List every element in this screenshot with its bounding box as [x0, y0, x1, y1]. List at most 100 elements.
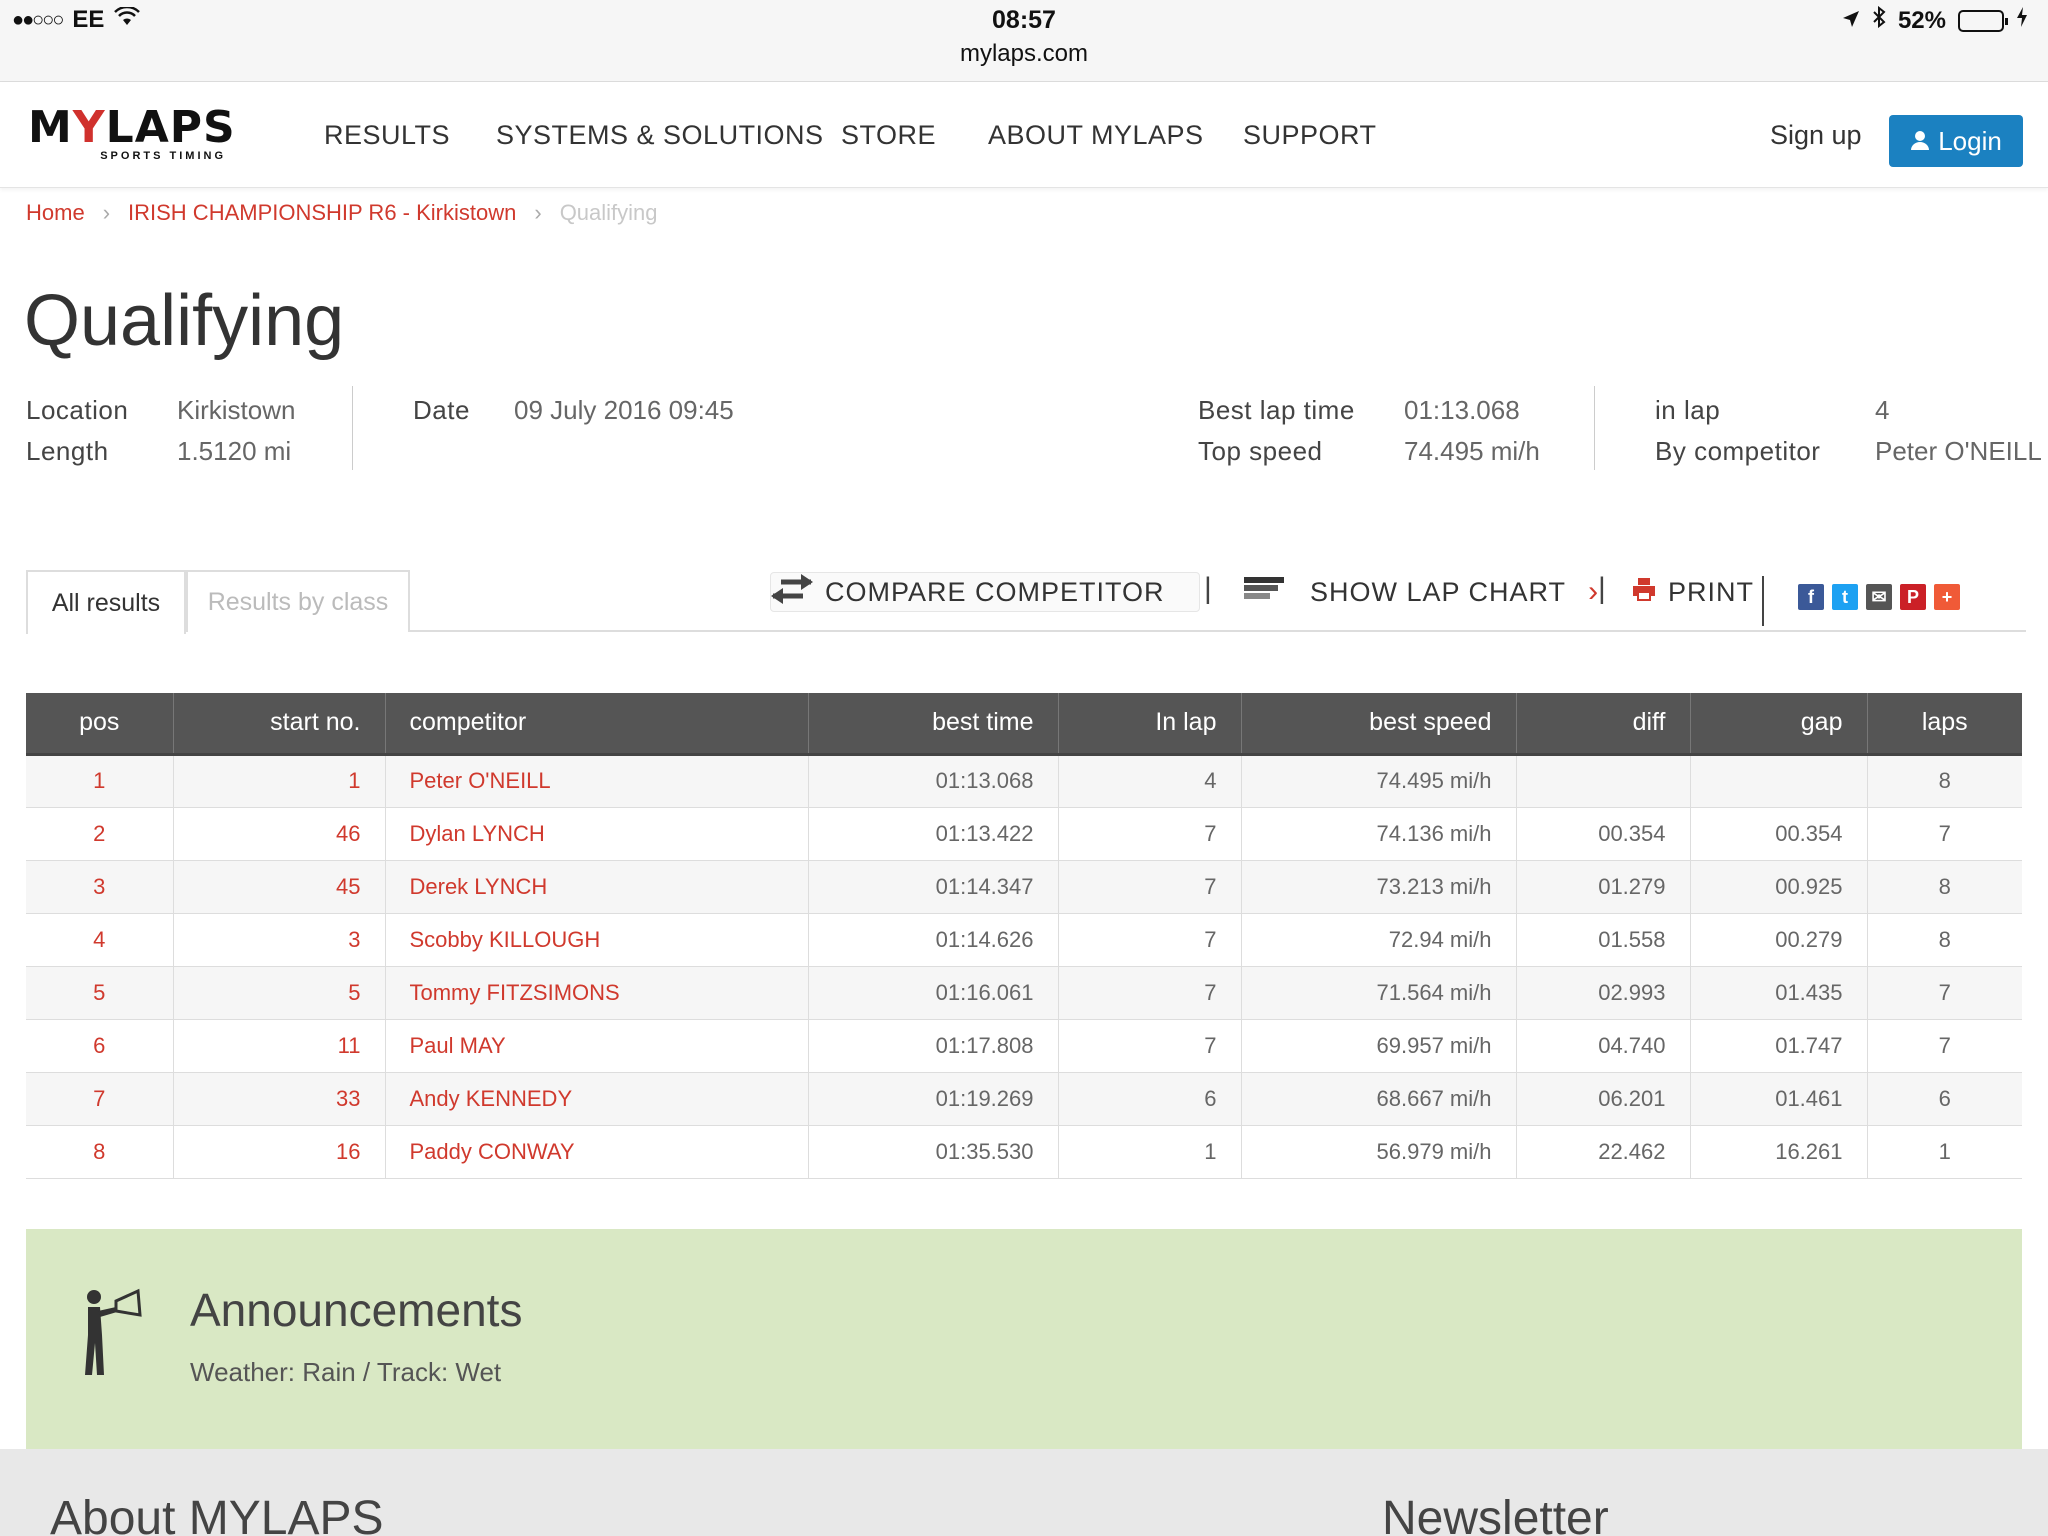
cell-gap: 16.261	[1690, 1125, 1868, 1179]
cell-competitor[interactable]: Derek LYNCH	[385, 860, 809, 914]
battery-percent: 52%	[1897, 6, 1946, 34]
bluetooth-icon	[1872, 5, 1886, 35]
cell-laps: 7	[1867, 966, 2022, 1020]
cell-gap: 00.354	[1690, 807, 1868, 861]
cell-competitor[interactable]: Dylan LYNCH	[385, 807, 809, 861]
table-row[interactable]: 5 5 Tommy FITZSIMONS 01:16.061 7 71.564 mi/h 0…	[26, 966, 2022, 1020]
results-table: pos start no. competitor best time In la…	[26, 693, 2022, 1179]
table-row[interactable]: 6 11 Paul MAY 01:17.808 7 69.957 mi/h 04.740 01…	[26, 1019, 2022, 1073]
info-values-track: Kirkistown 1.5120 mi	[177, 390, 295, 472]
col-best-speed[interactable]: best speed	[1241, 693, 1517, 756]
tab-all-results[interactable]: All results	[26, 570, 186, 634]
breadcrumb-event[interactable]: IRISH CHAMPIONSHIP R6 - Kirkistown	[128, 200, 516, 226]
in-lap-label: in lap	[1655, 395, 1721, 425]
status-right: 52%	[1842, 5, 2028, 35]
table-row[interactable]: 8 16 Paddy CONWAY 01:35.530 1 56.979 mi/h 22.4…	[26, 1125, 2022, 1179]
announcements-panel: Announcements Weather: Rain / Track: Wet	[26, 1229, 2022, 1449]
cell-competitor[interactable]: Paul MAY	[385, 1019, 809, 1073]
cell-pos: 5	[26, 966, 174, 1020]
show-lap-chart-button[interactable]: SHOW LAP CHART ›	[1244, 572, 1599, 612]
cell-pos: 1	[26, 754, 174, 808]
cell-start-no: 33	[173, 1072, 386, 1126]
cell-in-lap: 7	[1058, 860, 1242, 914]
cell-best-time: 01:13.422	[808, 807, 1059, 861]
cell-competitor[interactable]: Peter O'NEILL	[385, 754, 809, 808]
info-values-best: 01:13.068 74.495 mi/h	[1404, 390, 1540, 472]
nav-results[interactable]: RESULTS	[324, 120, 450, 151]
cell-gap: 00.279	[1690, 913, 1868, 967]
col-best-time[interactable]: best time	[808, 693, 1059, 756]
tab-results-by-class[interactable]: Results by class	[186, 570, 410, 632]
print-button[interactable]: PRINT	[1632, 572, 1754, 612]
chevron-right-icon: ›	[102, 200, 111, 225]
location-label: Location	[26, 395, 129, 425]
breadcrumb-current: Qualifying	[559, 200, 658, 225]
cell-pos: 8	[26, 1125, 174, 1179]
mylaps-logo[interactable]: MYLAPS SPORTS TIMING	[28, 106, 235, 163]
status-time: 08:57	[992, 6, 1056, 34]
cell-start-no: 46	[173, 807, 386, 861]
cell-best-time: 01:14.347	[808, 860, 1059, 914]
cell-laps: 7	[1867, 807, 2022, 861]
email-icon[interactable]: ✉	[1866, 584, 1892, 610]
cell-competitor[interactable]: Scobby KILLOUGH	[385, 913, 809, 967]
cell-competitor[interactable]: Tommy FITZSIMONS	[385, 966, 809, 1020]
cell-best-speed: 69.957 mi/h	[1241, 1019, 1517, 1073]
top-speed-label: Top speed	[1198, 436, 1323, 466]
toolbar-separator: |	[1598, 572, 1606, 605]
table-row[interactable]: 2 46 Dylan LYNCH 01:13.422 7 74.136 mi/h 00.35…	[26, 807, 2022, 861]
date-value: 09 July 2016 09:45	[514, 395, 734, 425]
cell-best-speed: 74.495 mi/h	[1241, 754, 1517, 808]
cell-diff: 01.279	[1516, 860, 1691, 914]
compare-competitor-button[interactable]: COMPARE COMPETITOR	[770, 572, 1200, 612]
twitter-icon[interactable]: t	[1832, 584, 1858, 610]
cell-laps: 1	[1867, 1125, 2022, 1179]
nav-support[interactable]: SUPPORT	[1243, 120, 1377, 151]
col-in-lap[interactable]: In lap	[1058, 693, 1242, 756]
address-bar-url[interactable]: mylaps.com	[0, 40, 2048, 68]
table-row[interactable]: 1 1 Peter O'NEILL 01:13.068 4 74.495 mi/h 8	[26, 754, 2022, 808]
cell-best-time: 01:13.068	[808, 754, 1059, 808]
col-gap[interactable]: gap	[1690, 693, 1868, 756]
login-button[interactable]: Login	[1889, 115, 2023, 167]
cell-start-no: 5	[173, 966, 386, 1020]
nav-store[interactable]: STORE	[841, 120, 936, 151]
date-value-block: 09 July 2016 09:45	[514, 390, 734, 431]
cell-laps: 7	[1867, 1019, 2022, 1073]
cell-laps: 6	[1867, 1072, 2022, 1126]
lap-chart-label: SHOW LAP CHART	[1310, 576, 1567, 607]
swap-arrows-icon	[771, 573, 813, 611]
col-start-no[interactable]: start no.	[173, 693, 386, 756]
more-share-icon[interactable]: +	[1934, 584, 1960, 610]
pinterest-icon[interactable]: P	[1900, 584, 1926, 610]
signup-link[interactable]: Sign up	[1770, 120, 1862, 151]
col-laps[interactable]: laps	[1867, 693, 2022, 756]
cell-diff: 22.462	[1516, 1125, 1691, 1179]
breadcrumb-home[interactable]: Home	[26, 200, 85, 226]
info-divider	[352, 386, 353, 470]
table-row[interactable]: 4 3 Scobby KILLOUGH 01:14.626 7 72.94 mi/h 01.…	[26, 913, 2022, 967]
table-row[interactable]: 3 45 Derek LYNCH 01:14.347 7 73.213 mi/h 01.27…	[26, 860, 2022, 914]
location-arrow-icon	[1842, 7, 1860, 35]
cell-best-time: 01:17.808	[808, 1019, 1059, 1073]
col-diff[interactable]: diff	[1516, 693, 1691, 756]
cell-gap	[1690, 754, 1868, 808]
cell-start-no: 11	[173, 1019, 386, 1073]
cell-in-lap: 6	[1058, 1072, 1242, 1126]
footer-about-heading: About MYLAPS	[50, 1492, 384, 1536]
nav-systems-solutions[interactable]: SYSTEMS & SOLUTIONS	[496, 120, 824, 151]
cell-pos: 7	[26, 1072, 174, 1126]
facebook-icon[interactable]: f	[1798, 584, 1824, 610]
cell-in-lap: 1	[1058, 1125, 1242, 1179]
cell-best-speed: 72.94 mi/h	[1241, 913, 1517, 967]
cell-competitor[interactable]: Paddy CONWAY	[385, 1125, 809, 1179]
col-competitor[interactable]: competitor	[385, 693, 809, 756]
table-row[interactable]: 7 33 Andy KENNEDY 01:19.269 6 68.667 mi/h 06.2…	[26, 1072, 2022, 1126]
cell-in-lap: 7	[1058, 1019, 1242, 1073]
cell-best-time: 01:16.061	[808, 966, 1059, 1020]
nav-about-mylaps[interactable]: ABOUT MYLAPS	[988, 120, 1204, 151]
cell-competitor[interactable]: Andy KENNEDY	[385, 1072, 809, 1126]
col-pos[interactable]: pos	[26, 693, 174, 756]
cell-start-no: 45	[173, 860, 386, 914]
ios-status-bar: ●●○○○ EE 08:57 mylaps.com 52%	[0, 0, 2048, 82]
